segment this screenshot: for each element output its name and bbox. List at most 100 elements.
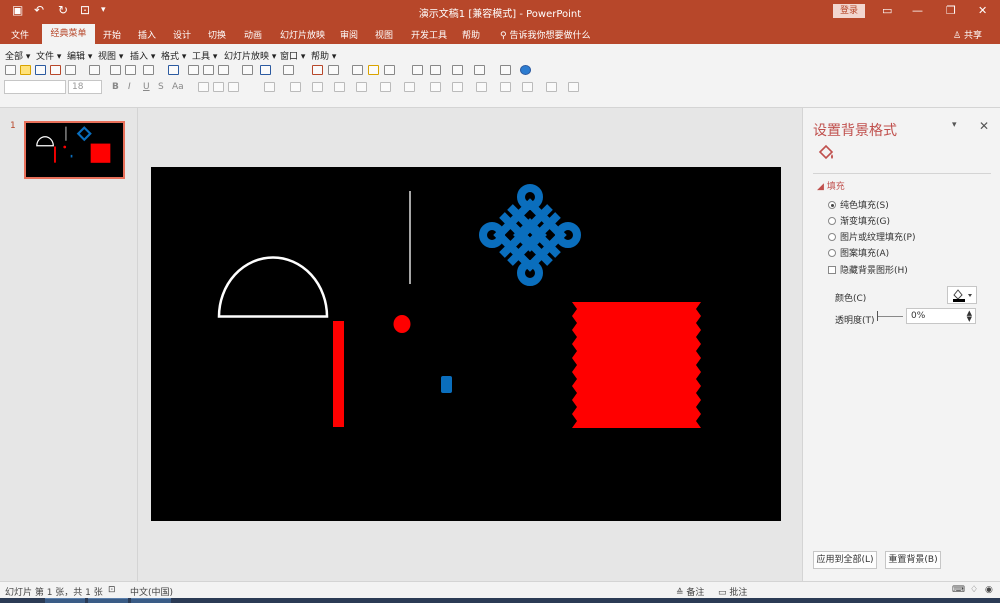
- restore-icon[interactable]: ❐: [946, 4, 956, 17]
- open-icon[interactable]: [20, 65, 31, 75]
- textbox-icon[interactable]: [452, 65, 463, 75]
- line-spacing-icon[interactable]: [264, 82, 275, 92]
- menu-tools[interactable]: 工具 ▾: [192, 49, 217, 62]
- print-preview-icon[interactable]: [125, 65, 136, 75]
- shape-fill-icon[interactable]: [522, 82, 533, 92]
- share-button[interactable]: ♙ 共享: [953, 28, 982, 41]
- keyboard-icon[interactable]: ⌨: [952, 585, 965, 595]
- redo-toolbar-icon[interactable]: [283, 65, 294, 75]
- transparency-input[interactable]: 0% ▲ ▼: [906, 308, 976, 324]
- zoom-icon[interactable]: [500, 65, 511, 75]
- layout-icon[interactable]: [143, 65, 154, 75]
- align-left-icon[interactable]: [198, 82, 209, 92]
- menu-all[interactable]: 全部 ▾: [5, 49, 30, 62]
- save-file-icon[interactable]: [35, 65, 46, 75]
- underline-button[interactable]: U: [143, 82, 150, 92]
- slide-thumbnail[interactable]: [24, 121, 125, 179]
- group-icon[interactable]: [452, 82, 463, 92]
- tab-file[interactable]: 文件: [11, 28, 29, 41]
- align-center-icon[interactable]: [213, 82, 224, 92]
- font-color-icon[interactable]: [404, 82, 415, 92]
- help-icon[interactable]: [520, 65, 531, 75]
- bullets-icon[interactable]: [290, 82, 301, 92]
- menu-insert[interactable]: 插入 ▾: [130, 49, 155, 62]
- tray-icon[interactable]: ♢: [970, 585, 978, 595]
- language-indicator[interactable]: 中文(中国): [130, 585, 173, 598]
- panel-options-icon[interactable]: ▾: [952, 120, 957, 130]
- font-size-field[interactable]: 18: [68, 80, 102, 94]
- shadow-button[interactable]: S: [158, 82, 164, 92]
- menu-format[interactable]: 格式 ▾: [161, 49, 186, 62]
- bold-button[interactable]: B: [112, 82, 119, 92]
- format-painter-icon[interactable]: [242, 65, 253, 75]
- font-name-field[interactable]: [4, 80, 66, 94]
- table-icon[interactable]: [328, 65, 339, 75]
- spinner-icon[interactable]: ▲ ▼: [967, 310, 972, 323]
- tab-slideshow[interactable]: 幻灯片放映: [280, 28, 325, 41]
- copy-icon[interactable]: [203, 65, 214, 75]
- minimize-icon[interactable]: —: [912, 4, 923, 17]
- tab-animations[interactable]: 动画: [244, 28, 262, 41]
- slide-layout-icon[interactable]: [430, 65, 441, 75]
- transparency-slider-thumb[interactable]: [877, 311, 878, 321]
- tab-view[interactable]: 视图: [375, 28, 393, 41]
- fill-section-header[interactable]: ◢ 填充: [817, 179, 845, 192]
- login-button[interactable]: 登录: [833, 4, 865, 18]
- numbering-icon[interactable]: [312, 82, 323, 92]
- align-objects-icon[interactable]: [500, 82, 511, 92]
- tab-insert[interactable]: 插入: [138, 28, 156, 41]
- shape-outline-icon[interactable]: [546, 82, 557, 92]
- menu-view[interactable]: 视图 ▾: [98, 49, 123, 62]
- menu-slideshow[interactable]: 幻灯片放映 ▾: [224, 49, 276, 62]
- change-case-button[interactable]: Aa: [172, 82, 184, 92]
- apply-to-all-button[interactable]: 应用到全部(L): [813, 551, 877, 569]
- picture-icon[interactable]: [352, 65, 363, 75]
- menu-help[interactable]: 帮助 ▾: [311, 49, 336, 62]
- menu-edit[interactable]: 编辑 ▾: [67, 49, 92, 62]
- arrange-icon[interactable]: [430, 82, 441, 92]
- chart-icon[interactable]: [312, 65, 323, 75]
- taskbar-item[interactable]: [45, 598, 85, 603]
- color-picker-button[interactable]: [947, 286, 977, 304]
- close-icon[interactable]: ✕: [978, 4, 987, 17]
- tab-classic-menu[interactable]: 经典菜单: [42, 24, 95, 44]
- pattern-fill-option[interactable]: 图案填充(A): [828, 246, 889, 259]
- taskbar-item[interactable]: [131, 598, 171, 603]
- decrease-indent-icon[interactable]: [334, 82, 345, 92]
- new-icon[interactable]: [5, 65, 16, 75]
- tab-design[interactable]: 设计: [173, 28, 191, 41]
- print-icon[interactable]: [110, 65, 121, 75]
- gradient-fill-option[interactable]: 渐变填充(G): [828, 214, 890, 227]
- permission-icon[interactable]: [50, 65, 61, 75]
- solid-fill-option[interactable]: 纯色填充(S): [828, 198, 889, 211]
- paste-icon[interactable]: [218, 65, 229, 75]
- shape-effects-icon[interactable]: [568, 82, 579, 92]
- cut-icon[interactable]: [188, 65, 199, 75]
- taskbar-item[interactable]: [88, 598, 128, 603]
- menu-file[interactable]: 文件 ▾: [36, 49, 61, 62]
- paint-bucket-icon[interactable]: [817, 144, 835, 162]
- reset-background-button[interactable]: 重置背景(B): [885, 551, 941, 569]
- spelling-icon[interactable]: [168, 65, 179, 75]
- tab-transitions[interactable]: 切换: [208, 28, 226, 41]
- tray-info-icon[interactable]: ◉: [985, 585, 993, 595]
- tell-me-box[interactable]: ⚲ 告诉我你想要做什么: [500, 28, 590, 41]
- rotate-icon[interactable]: [476, 82, 487, 92]
- line-style-icon[interactable]: [384, 65, 395, 75]
- spell-check-icon[interactable]: ⊡: [108, 585, 116, 595]
- increase-indent-icon[interactable]: [356, 82, 367, 92]
- align-right-icon[interactable]: [228, 82, 239, 92]
- clipart-icon[interactable]: [368, 65, 379, 75]
- shapes-icon[interactable]: [474, 65, 485, 75]
- slide-canvas[interactable]: [151, 167, 781, 521]
- menu-window[interactable]: 窗口 ▾: [280, 49, 305, 62]
- hide-background-checkbox[interactable]: 隐藏背景图形(H): [828, 263, 908, 276]
- tab-home[interactable]: 开始: [103, 28, 121, 41]
- italic-button[interactable]: I: [128, 82, 131, 92]
- transparency-slider[interactable]: [877, 316, 903, 317]
- tab-developer[interactable]: 开发工具: [411, 28, 447, 41]
- tab-review[interactable]: 审阅: [340, 28, 358, 41]
- notes-button[interactable]: ≙ 备注: [676, 585, 704, 598]
- publish-icon[interactable]: [89, 65, 100, 75]
- picture-fill-option[interactable]: 图片或纹理填充(P): [828, 230, 915, 243]
